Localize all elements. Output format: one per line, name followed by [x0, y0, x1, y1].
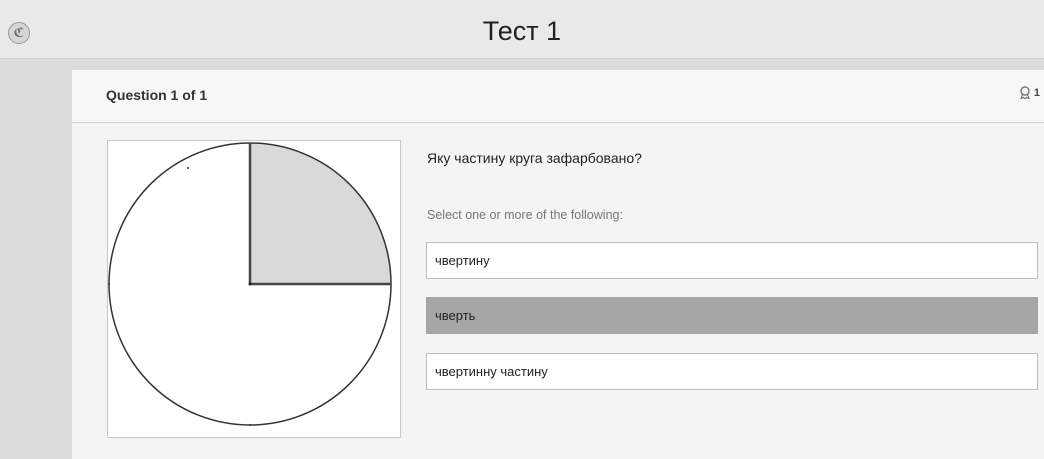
points-value: 1 [1033, 86, 1040, 99]
question-instruction: Select one or more of the following: [427, 208, 623, 222]
center-dot [248, 282, 252, 286]
question-number: Question 1 of 1 [106, 87, 208, 103]
answer-option-2[interactable]: чверть [426, 297, 1038, 334]
shaded-sector [250, 143, 391, 284]
page-title: Тест 1 [482, 16, 562, 46]
top-bar: ℭ Тест 1 [0, 0, 1044, 59]
question-header: Question 1 of 1 1 [72, 70, 1044, 123]
tick-dot [249, 424, 251, 426]
stray-dot [187, 167, 189, 169]
answer-option-1[interactable]: чвертину [426, 242, 1038, 279]
circle-diagram [108, 142, 392, 426]
award-icon [1020, 86, 1030, 99]
question-prompt: Яку частину круга зафарбовано? [427, 150, 642, 166]
question-figure [107, 140, 401, 438]
points-badge: 1 [1019, 86, 1040, 99]
question-card: Question 1 of 1 1 Яку частину круга зафа… [72, 70, 1044, 459]
tick-dot [108, 283, 110, 285]
answer-option-3[interactable]: чвертинну частину [426, 353, 1038, 390]
